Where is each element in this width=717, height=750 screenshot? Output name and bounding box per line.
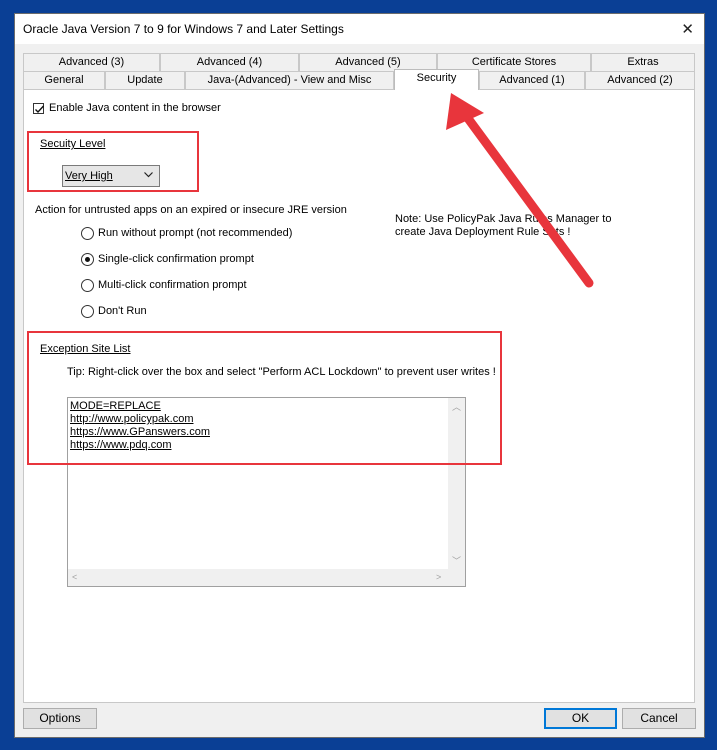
tab-security[interactable]: Security xyxy=(394,69,479,90)
red-arrow-annotation xyxy=(446,93,594,288)
